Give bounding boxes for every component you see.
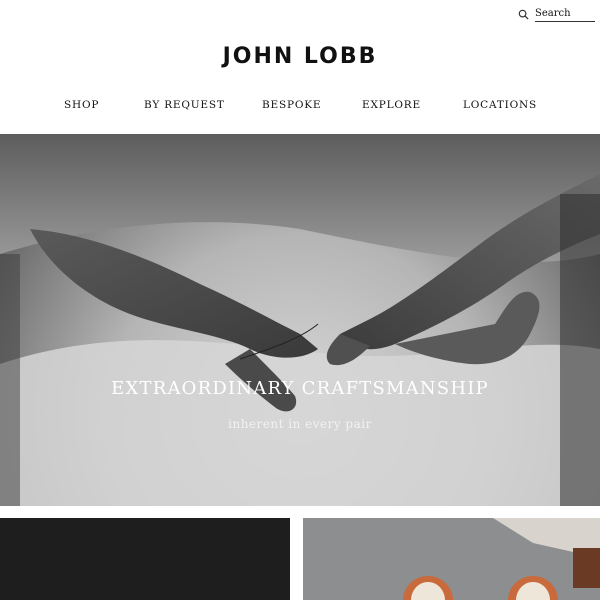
- nav-item-explore[interactable]: EXPLORE: [362, 99, 421, 111]
- shoes-image: [303, 518, 600, 600]
- nav-item-bespoke[interactable]: BESPOKE: [262, 99, 321, 111]
- hero-image: [0, 134, 600, 506]
- brand-logo[interactable]: JOHN LOBB: [0, 44, 600, 69]
- hero-title: EXTRAORDINARY CRAFTSMANSHIP: [111, 378, 489, 399]
- main-nav: SHOP BY REQUEST BESPOKE EXPLORE LOCATION…: [0, 99, 600, 113]
- nav-item-shop[interactable]: SHOP: [64, 99, 99, 111]
- feature-tile-left[interactable]: [0, 518, 290, 600]
- nav-item-locations[interactable]: LOCATIONS: [463, 99, 537, 111]
- header-search: [518, 6, 600, 22]
- nav-item-by-request[interactable]: BY REQUEST: [144, 99, 225, 111]
- hero-banner[interactable]: EXTRAORDINARY CRAFTSMANSHIP inherent in …: [0, 134, 600, 506]
- search-input[interactable]: [535, 6, 595, 22]
- feature-tile-right[interactable]: [303, 518, 600, 600]
- hero-subtitle: inherent in every pair: [228, 417, 372, 431]
- search-icon[interactable]: [518, 9, 529, 20]
